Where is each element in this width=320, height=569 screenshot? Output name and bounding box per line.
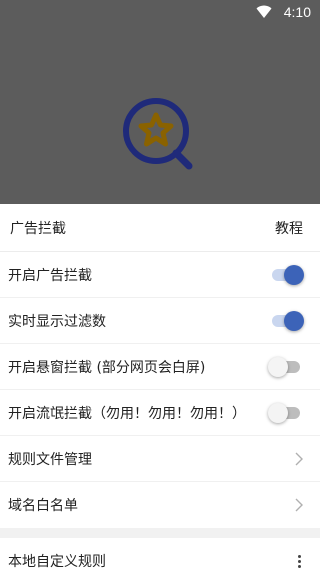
setting-label: 实时显示过滤数 [8, 313, 106, 330]
ad-block-sheet: 广告拦截 教程 开启广告拦截 实时显示过滤数 开启悬窗拦截 (部分网页会白屏) … [0, 204, 320, 569]
setting-label: 本地自定义规则 [8, 554, 106, 569]
more-icon[interactable] [296, 554, 302, 568]
app-backdrop [0, 24, 320, 204]
setting-label: 开启流氓拦截（勿用！勿用！勿用！） [8, 405, 246, 422]
chevron-right-icon [295, 498, 303, 512]
setting-row-floating-window-block[interactable]: 开启悬窗拦截 (部分网页会白屏) [0, 344, 320, 390]
setting-label: 开启悬窗拦截 (部分网页会白屏) [8, 359, 206, 376]
chevron-right-icon [295, 452, 303, 465]
rogue-block-toggle[interactable] [268, 402, 304, 423]
setting-label: 开启广告拦截 [8, 267, 92, 284]
setting-row-show-filter-count[interactable]: 实时显示过滤数 [0, 298, 320, 344]
setting-label: 规则文件管理 [8, 451, 92, 468]
sheet-header: 广告拦截 教程 [0, 204, 320, 252]
star-search-icon [123, 98, 193, 170]
setting-row-domain-whitelist[interactable]: 域名白名单 [0, 482, 320, 528]
section-divider [0, 528, 320, 538]
ad-block-toggle[interactable] [270, 264, 304, 285]
wifi-icon [256, 5, 272, 18]
filter-count-toggle[interactable] [270, 310, 304, 331]
setting-row-rogue-block[interactable]: 开启流氓拦截（勿用！勿用！勿用！） [0, 390, 320, 436]
setting-row-local-custom-rules[interactable]: 本地自定义规则 [0, 538, 320, 569]
setting-row-rule-file-management[interactable]: 规则文件管理 [0, 436, 320, 482]
floating-window-toggle[interactable] [268, 356, 304, 377]
status-bar: 4:10 [0, 0, 320, 24]
sheet-title: 广告拦截 [10, 220, 66, 237]
status-time: 4:10 [283, 4, 311, 20]
setting-row-enable-ad-block[interactable]: 开启广告拦截 [0, 252, 320, 298]
tutorial-button[interactable]: 教程 [275, 218, 303, 238]
setting-label: 域名白名单 [8, 498, 78, 514]
